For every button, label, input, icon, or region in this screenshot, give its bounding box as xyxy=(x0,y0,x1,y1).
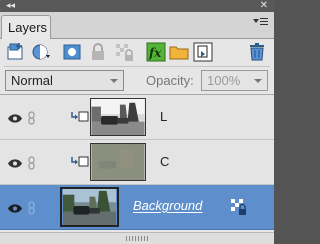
tab-strip: Layers xyxy=(0,12,274,39)
layer-mask-icon[interactable] xyxy=(62,42,82,62)
clip-icon[interactable] xyxy=(193,42,213,62)
opacity-value: 100% xyxy=(207,73,241,88)
opacity-label: Opacity: xyxy=(146,73,194,88)
visibility-eye-icon[interactable] xyxy=(8,204,22,213)
link-icon[interactable] xyxy=(28,156,35,170)
layer-thumbnail xyxy=(90,98,146,136)
blend-mode-value: Normal xyxy=(11,73,53,88)
lock-transparency-icon[interactable] xyxy=(114,42,134,62)
lock-all-icon[interactable] xyxy=(88,42,108,62)
layers-panel: ◂◂ ✕ Layers fx Normal Opacity: 100% L C … xyxy=(0,0,274,244)
delete-layer-icon[interactable] xyxy=(247,42,267,62)
visibility-eye-icon[interactable] xyxy=(8,159,22,168)
layers-toolbar: fx xyxy=(0,39,274,65)
layer-name[interactable]: Background xyxy=(133,198,202,213)
layer-lock-icon xyxy=(231,199,246,215)
new-adjustment-layer-icon[interactable] xyxy=(32,42,52,62)
collapse-panel-icon[interactable]: ◂◂ xyxy=(6,1,15,11)
close-panel-icon[interactable]: ✕ xyxy=(260,0,268,11)
panel-title-bar[interactable]: ◂◂ ✕ xyxy=(0,0,274,12)
layer-name[interactable]: C xyxy=(160,154,169,169)
opacity-field[interactable]: 100% xyxy=(201,70,268,91)
layer-row-selected[interactable]: Background xyxy=(0,185,274,230)
fx-styles-icon[interactable]: fx xyxy=(146,42,166,62)
panel-menu-icon[interactable] xyxy=(253,17,269,27)
clipping-mask-icon xyxy=(71,111,89,122)
tab-layers[interactable]: Layers xyxy=(1,15,51,39)
divider xyxy=(4,66,270,67)
clipping-mask-icon xyxy=(71,156,89,167)
resize-grip-icon[interactable] xyxy=(126,236,148,241)
layer-row[interactable]: C xyxy=(0,140,274,185)
layer-row[interactable]: L xyxy=(0,95,274,140)
layers-list: L C Background xyxy=(0,95,274,232)
link-icon[interactable] xyxy=(28,201,35,215)
link-icon[interactable] xyxy=(28,111,35,125)
layer-thumbnail xyxy=(90,143,146,181)
layer-thumbnail xyxy=(60,187,119,227)
visibility-eye-icon[interactable] xyxy=(8,114,22,123)
fx-label: fx xyxy=(148,46,162,60)
chevron-down-icon xyxy=(110,79,118,83)
chevron-down-icon xyxy=(254,79,262,83)
new-group-icon[interactable] xyxy=(169,42,189,62)
blend-mode-select[interactable]: Normal xyxy=(5,70,124,91)
new-layer-icon[interactable] xyxy=(6,42,26,62)
layer-name[interactable]: L xyxy=(160,109,167,124)
